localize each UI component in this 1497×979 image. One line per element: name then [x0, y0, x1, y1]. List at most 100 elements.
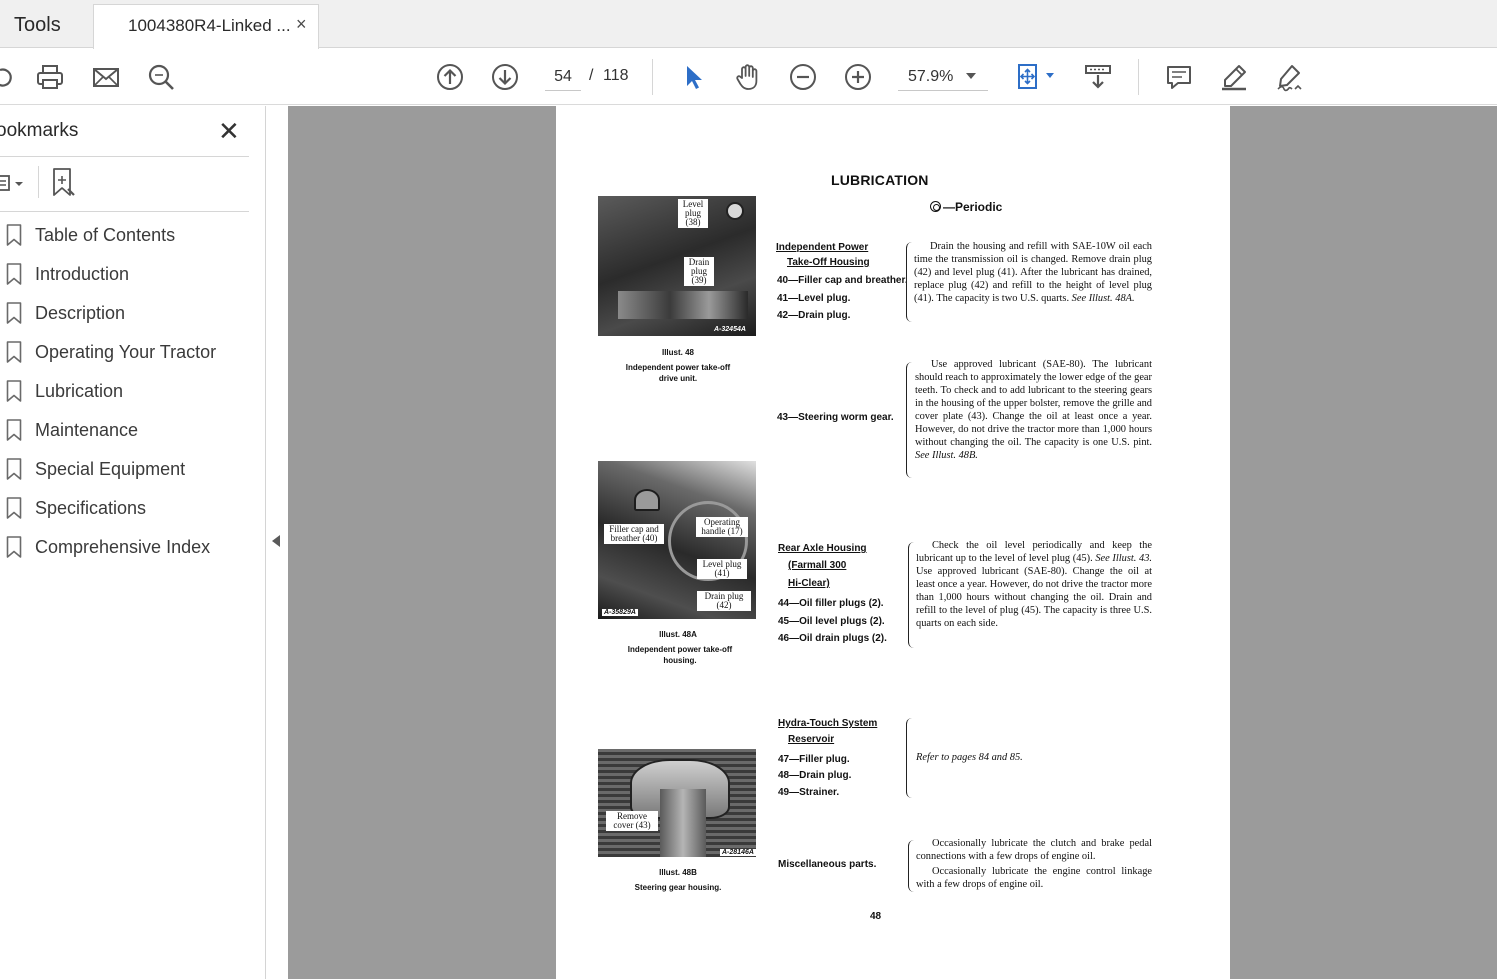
panel-tool-divider: [38, 166, 39, 198]
hand-tool-icon[interactable]: [731, 60, 765, 94]
bookmark-item-special-equipment[interactable]: Special Equipment: [0, 451, 249, 490]
fit-page-icon[interactable]: [1011, 60, 1045, 94]
body-text-span: Use approved lubricant (SAE-80). Change …: [916, 566, 1152, 629]
body-text-span: Use approved lubricant (SAE-80). The lub…: [915, 359, 1152, 448]
section-body-text: Occasionally lubricate the clutch and br…: [916, 838, 1152, 862]
remove-cover-43-label: Remove cover (43): [606, 811, 658, 831]
brace: [906, 242, 912, 322]
pdf-page: LUBRICATION —Periodic Level plug (38) Dr…: [556, 106, 1230, 979]
section-item: 49—Strainer.: [778, 787, 840, 798]
document-tab-title: 1004380R4-Linked ...: [128, 16, 291, 35]
bookmark-label: Table of Contents: [35, 225, 176, 245]
illustration-reference: See Illust. 48B.: [915, 450, 978, 461]
brace: [908, 840, 914, 892]
section-heading: (Farmall 300: [788, 560, 847, 571]
tab-document[interactable]: 1004380R4-Linked ... ×: [93, 4, 319, 49]
bookmark-label: Specifications: [35, 498, 147, 518]
bookmark-label: Maintenance: [35, 420, 139, 440]
toolbar-divider: [1138, 59, 1139, 95]
illustration-48a-caption: Independent power take-off housing.: [627, 645, 733, 665]
bookmark-icon: [6, 224, 22, 246]
scroll-mode-icon[interactable]: [1081, 60, 1115, 94]
section-body-text: Occasionally lubricate the engine contro…: [916, 866, 1152, 890]
page-separator: /: [589, 67, 594, 84]
illustration-48b-photo: Remove cover (43) A-28146A: [598, 749, 756, 857]
illustration-code: A-35829A: [602, 609, 638, 616]
bookmark-icon: [6, 419, 22, 441]
bookmark-icon: [6, 341, 22, 363]
bookmark-icon: [6, 380, 22, 402]
bookmark-item-specifications[interactable]: Specifications: [0, 490, 249, 529]
send-file-icon[interactable]: [0, 60, 18, 94]
bookmark-label: Operating Your Tractor: [35, 342, 217, 362]
bookmark-list: Table of Contents Introduction Descripti…: [0, 217, 249, 568]
highlight-icon[interactable]: [1217, 60, 1251, 94]
section-item: 45—Oil level plugs (2).: [778, 616, 885, 627]
bookmark-icon: [6, 263, 22, 285]
brace: [906, 718, 912, 798]
bookmark-options-icon[interactable]: [0, 170, 28, 196]
page-title: LUBRICATION: [831, 172, 929, 188]
new-bookmark-icon[interactable]: [50, 167, 78, 197]
section-heading: Take-Off Housing: [787, 257, 870, 268]
close-tab-icon[interactable]: ×: [296, 14, 307, 35]
tab-tools[interactable]: Tools: [0, 4, 93, 48]
print-icon[interactable]: [33, 60, 67, 94]
comment-icon[interactable]: [1162, 60, 1196, 94]
illustration-48a-number: Illust. 48A: [659, 630, 697, 639]
email-icon[interactable]: [89, 60, 123, 94]
section-item: 41—Level plug.: [777, 293, 851, 304]
printed-page-number: 48: [870, 911, 882, 922]
illustration-48b-caption: Steering gear housing.: [634, 883, 722, 892]
bookmark-item-comprehensive-index[interactable]: Comprehensive Index: [0, 529, 249, 568]
periodic-label: —Periodic: [943, 200, 1003, 214]
photo-detail: [618, 291, 748, 319]
bookmark-item-table-of-contents[interactable]: Table of Contents: [0, 217, 249, 256]
document-canvas[interactable]: LUBRICATION —Periodic Level plug (38) Dr…: [288, 106, 1497, 979]
next-page-icon[interactable]: [488, 60, 522, 94]
panel-divider: [0, 211, 249, 212]
photo-detail: [660, 789, 706, 857]
section-item: Miscellaneous parts.: [778, 859, 877, 870]
zoom-dropdown-chevron-icon[interactable]: [966, 73, 976, 79]
double-circle-icon: [930, 201, 941, 212]
bookmark-item-lubrication[interactable]: Lubrication: [0, 373, 249, 412]
illustration-48a-photo: Filler cap and breather (40) Operating h…: [598, 461, 756, 619]
illustration-reference: See Illust. 43.: [1095, 553, 1152, 564]
bookmark-item-maintenance[interactable]: Maintenance: [0, 412, 249, 451]
bookmark-item-introduction[interactable]: Introduction: [0, 256, 249, 295]
previous-page-icon[interactable]: [433, 60, 467, 94]
section-body-text: Use approved lubricant (SAE-80). The lub…: [915, 358, 1152, 462]
drain-plug-42-label: Drain plug (42): [697, 591, 751, 611]
bookmark-item-description[interactable]: Description: [0, 295, 249, 334]
section-item: 48—Drain plug.: [778, 770, 852, 781]
zoom-out-icon[interactable]: [786, 60, 820, 94]
sign-icon[interactable]: [1272, 60, 1306, 94]
close-panel-icon[interactable]: ✕: [218, 116, 240, 147]
bookmark-label: Comprehensive Index: [35, 537, 211, 557]
brace: [906, 362, 912, 478]
section-heading: Hi-Clear): [788, 578, 830, 589]
select-pointer-icon[interactable]: [676, 60, 710, 94]
toolbar-divider: [652, 59, 653, 95]
bookmark-item-operating-your-tractor[interactable]: Operating Your Tractor: [0, 334, 249, 373]
section-body-text: Drain the housing and refill with SAE-10…: [914, 240, 1152, 305]
brace: [908, 542, 914, 648]
section-heading: Independent Power: [776, 242, 869, 253]
section-body-text: Check the oil level periodically and kee…: [916, 539, 1152, 630]
operating-handle-17-label: Operating handle (17): [696, 517, 748, 537]
section-heading: Rear Axle Housing: [778, 543, 867, 554]
tab-bar: Tools 1004380R4-Linked ... ×: [0, 0, 1497, 49]
fit-page-chevron-down-icon[interactable]: [1046, 73, 1054, 78]
bookmark-icon: [6, 536, 22, 558]
page-number-input[interactable]: 54: [545, 63, 581, 91]
total-pages: 118: [603, 67, 629, 84]
zoom-in-icon[interactable]: [841, 60, 875, 94]
bookmark-icon: [6, 458, 22, 480]
section-item: 43—Steering worm gear.: [777, 412, 894, 423]
drain-plug-39-label: Drain plug (39): [684, 257, 714, 286]
search-icon[interactable]: [144, 60, 178, 94]
section-item: 42—Drain plug.: [777, 310, 851, 321]
collapse-panel-icon[interactable]: [272, 535, 280, 547]
illustration-48-photo: Level plug (38) Drain plug (39) A-32454A: [598, 196, 756, 336]
